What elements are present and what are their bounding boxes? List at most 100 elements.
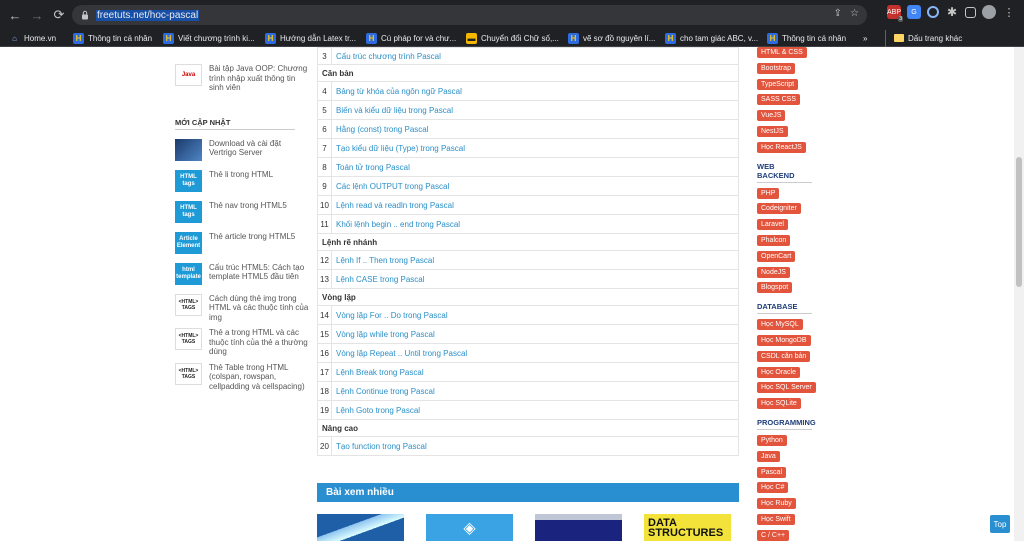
lesson-number: 14 (317, 305, 332, 325)
category-tag[interactable]: Java (757, 450, 780, 462)
bookmark-star-icon[interactable]: ☆ (850, 8, 859, 19)
vertical-scrollbar[interactable] (1014, 47, 1024, 541)
article-card[interactable] (317, 514, 404, 541)
bookmark-item[interactable]: ▬ Chuyển đổi Chữ số,... (466, 30, 568, 47)
category-tag[interactable]: NodeJS (757, 266, 790, 278)
share-icon[interactable]: ⇪ (834, 8, 842, 19)
back-arrow-icon[interactable]: ← (4, 4, 26, 26)
bookmark-item[interactable]: H Thông tin cá nhân (73, 30, 163, 47)
category-tag[interactable]: C / C++ (757, 529, 790, 541)
bookmark-item[interactable]: H Viết chương trình ki... (163, 30, 265, 47)
bookmark-item[interactable]: H Thông tin cá nhân (767, 30, 863, 47)
lesson-link[interactable]: Lệnh CASE trong Pascal (331, 269, 739, 289)
bookmark-item[interactable]: Hvẽ sơ đồ nguyên lí... (568, 30, 665, 47)
category-tag[interactable]: Học MongoDB (757, 334, 811, 346)
folder-icon (894, 34, 904, 42)
lesson-link[interactable]: Tạo function trong Pascal (331, 436, 739, 456)
lesson-link[interactable]: Bảng từ khóa của ngôn ngữ Pascal (331, 81, 739, 101)
tag-row: Python (757, 434, 847, 451)
category-tag[interactable]: Codeigniter (757, 203, 801, 215)
lesson-link[interactable]: Hằng (const) trong Pascal (331, 119, 739, 139)
forward-arrow-icon[interactable]: → (26, 4, 48, 26)
recent-heading: MỚI CẬP NHẬT (175, 118, 295, 130)
menu-kebab-icon[interactable]: ⋮ (1002, 5, 1016, 19)
category-tag[interactable]: OpenCart (757, 250, 796, 262)
recent-article[interactable]: Article Element Thẻ article trong HTML5 (175, 231, 310, 254)
bookmarks-overflow-button[interactable]: » (863, 30, 885, 47)
category-tag[interactable]: Học MySQL (757, 319, 803, 331)
recent-article[interactable]: <HTML> TAGS Thẻ a trong HTML và các thuộc… (175, 328, 310, 357)
category-tag[interactable]: VueJS (757, 110, 786, 122)
scrollbar-thumb[interactable] (1016, 157, 1022, 287)
lesson-row: 15 Vòng lặp while trong Pascal (317, 324, 739, 344)
lesson-number: 19 (317, 400, 332, 420)
back-to-top-button[interactable]: Top (990, 515, 1010, 533)
bookmark-home[interactable]: ⌂ Home.vn (9, 30, 73, 47)
bookmark-item[interactable]: H Hướng dẫn Latex tr... (265, 30, 366, 47)
puzzle-extensions-icon[interactable]: ✱ (945, 5, 959, 19)
article-card[interactable] (535, 514, 622, 541)
category-tag[interactable]: Laravel (757, 219, 788, 231)
lesson-link[interactable]: Lệnh If .. Then trong Pascal (331, 250, 739, 270)
category-tag[interactable]: Học Oracle (757, 366, 801, 378)
lesson-link[interactable]: Tạo kiểu dữ liệu (Type) trong Pascal (331, 138, 739, 158)
category-tag[interactable]: TypeScript (757, 78, 799, 90)
article-title: Bài tập Java OOP: Chương trình nhập xuất… (209, 64, 308, 92)
recent-article[interactable]: Download và cài đặt Vertrigo Server (175, 138, 310, 161)
lesson-link[interactable]: Lệnh Break trong Pascal (331, 362, 739, 382)
lesson-link[interactable]: Khối lệnh begin .. end trong Pascal (331, 214, 739, 234)
reload-icon[interactable]: ⟳ (48, 4, 70, 26)
lesson-link[interactable]: Lệnh read và readln trong Pascal (331, 195, 739, 215)
category-tag[interactable]: Học Swift (757, 513, 795, 525)
lesson-link[interactable]: Vòng lặp Repeat .. Until trong Pascal (331, 343, 739, 363)
tag-row: VueJS (757, 110, 847, 126)
recent-article[interactable]: HTML tags Thẻ nav trong HTML5 (175, 200, 310, 223)
category-tag[interactable]: Học SQLite (757, 398, 801, 410)
lesson-link[interactable]: Lệnh Continue trong Pascal (331, 381, 739, 401)
tag-row: Học SQLite (757, 398, 847, 414)
category-tag[interactable]: Pascal (757, 466, 787, 478)
profile-avatar[interactable] (982, 5, 996, 19)
category-tag[interactable]: PHP (757, 187, 780, 199)
category-tag[interactable]: SASS CSS (757, 94, 801, 106)
article-link[interactable]: Java Bài tập Java OOP: Chương trình nhập… (175, 64, 310, 93)
adblock-extension-icon[interactable]: ABP 3 (887, 5, 903, 22)
side-panel-icon[interactable] (965, 6, 976, 18)
category-tag[interactable]: Bootstrap (757, 62, 795, 74)
circle-extension-icon[interactable] (927, 6, 939, 18)
article-thumbnail: <HTML> TAGS (175, 362, 202, 385)
category-tag[interactable]: Học SQL Server (757, 382, 816, 394)
category-tag[interactable]: Học Ruby (757, 498, 796, 510)
address-bar[interactable]: freetuts.net/hoc-pascal ⇪ ☆ (72, 5, 867, 25)
recent-article[interactable]: <HTML> TAGS Cách dùng thẻ img trong HTML … (175, 293, 310, 323)
lesson-row: 19 Lệnh Goto trong Pascal (317, 400, 739, 420)
category-tag[interactable]: HTML & CSS (757, 47, 807, 58)
recent-article[interactable]: <HTML> TAGS Thẻ Table trong HTML (colspan… (175, 362, 310, 392)
recent-article[interactable]: HTML tags Thẻ li trong HTML (175, 169, 310, 192)
lesson-link[interactable]: Toán tử trong Pascal (331, 157, 739, 177)
bookmark-label: Viết chương trình ki... (178, 33, 255, 43)
bookmark-item[interactable]: Hcho tam giác ABC, v... (665, 30, 767, 47)
recent-article[interactable]: html template Cấu trúc HTML5: Cách tạo te… (175, 262, 310, 285)
translate-extension-icon[interactable]: G (907, 5, 921, 19)
lesson-link[interactable]: Vòng lặp For .. Do trong Pascal (331, 305, 739, 325)
lesson-link[interactable]: Lệnh Goto trong Pascal (331, 400, 739, 420)
category-tag[interactable]: CSDL căn bản (757, 350, 811, 362)
lesson-link[interactable]: Các lệnh OUTPUT trong Pascal (331, 176, 739, 196)
bookmark-label: Cú pháp for và chư... (381, 33, 457, 43)
article-card[interactable]: DATA STRUCTURES (644, 514, 731, 541)
lesson-link[interactable]: Cấu trúc chương trình Pascal (331, 47, 739, 65)
category-tag[interactable]: Blogspot (757, 282, 793, 294)
category-tag[interactable]: Học C# (757, 482, 789, 494)
article-card[interactable]: ◈ (426, 514, 513, 541)
lesson-number: 16 (317, 343, 332, 363)
lesson-link[interactable]: Vòng lặp while trong Pascal (331, 324, 739, 344)
category-tag[interactable]: Python (757, 434, 787, 446)
category-tag[interactable]: NestJS (757, 125, 788, 137)
category-tag[interactable]: Học ReactJS (757, 141, 806, 153)
bookmark-item[interactable]: H Cú pháp for và chư... (366, 30, 466, 47)
other-bookmarks[interactable]: Dấu trang khác (885, 29, 962, 47)
lesson-link[interactable]: Biến và kiểu dữ liệu trong Pascal (331, 100, 739, 120)
lesson-row: 10 Lệnh read và readln trong Pascal (317, 195, 739, 215)
category-tag[interactable]: Phalcon (757, 234, 791, 246)
